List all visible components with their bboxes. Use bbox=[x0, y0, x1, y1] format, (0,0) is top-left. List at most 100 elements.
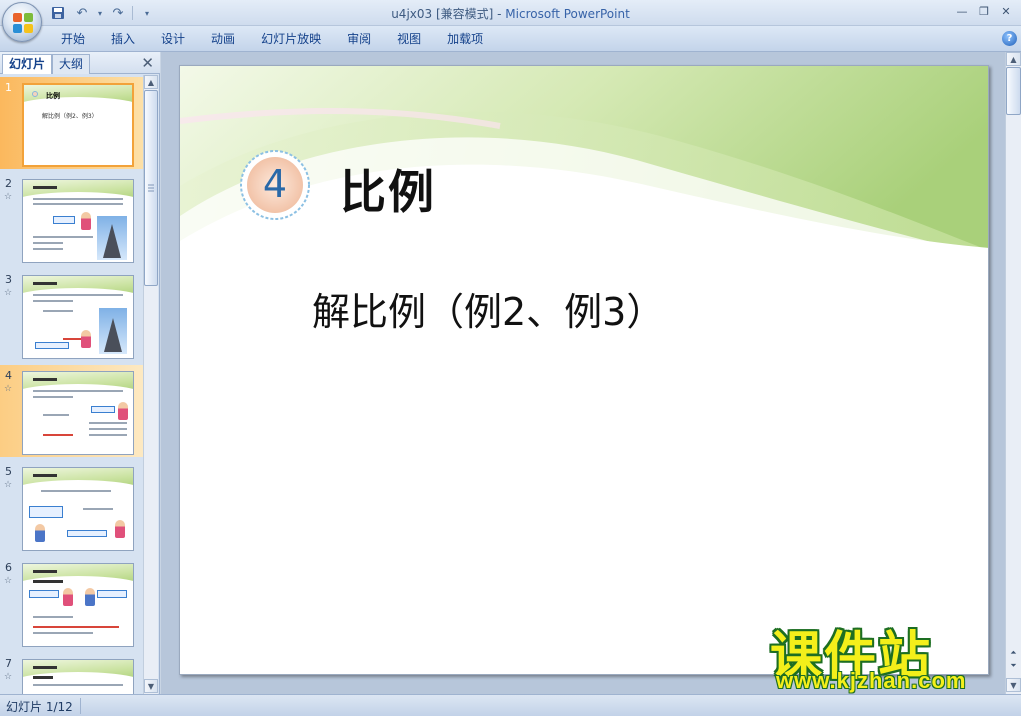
next-slide-icon[interactable]: ⏷ bbox=[1006, 659, 1021, 672]
thumbnail-heading bbox=[33, 186, 57, 189]
thumbnail-text-red bbox=[33, 626, 119, 628]
thumbnail-row-2[interactable]: 2 ☆ bbox=[0, 173, 143, 265]
thumbnail-heading bbox=[33, 580, 63, 583]
thumbnail-number: 5 bbox=[5, 465, 12, 478]
thumbnail-number: 1 bbox=[5, 81, 12, 94]
thumbnail-callout bbox=[97, 590, 127, 598]
thumbnail-person bbox=[81, 330, 91, 348]
thumbnail-number: 6 bbox=[5, 561, 12, 574]
thumbnail-text-line bbox=[43, 310, 73, 312]
thumbnail-scrollbar[interactable]: ▲ ▼ bbox=[143, 75, 158, 694]
title-bar: ↶ ▾ ↷ ▾ u4jx03 [兼容模式] - Microsoft PowerP… bbox=[0, 0, 1021, 26]
slide-editing-area: 4 比例 解比例（例2、例3） bbox=[161, 52, 1005, 694]
watermark: 课件站 www.kjzhan.com bbox=[766, 614, 1006, 694]
thumbnail-text-line bbox=[33, 294, 123, 296]
tab-home[interactable]: 开始 bbox=[48, 26, 98, 52]
thumbnail-slide-4[interactable] bbox=[22, 371, 134, 455]
thumbnail-text-line bbox=[89, 434, 127, 436]
slides-panel: 大纲 幻灯片 ✕ 1 比例 解比例（例2、例3） 2 ☆ 3 ☆ 4 ☆ 5 ☆… bbox=[0, 52, 160, 694]
thumbnail-slide-5[interactable] bbox=[22, 467, 134, 551]
thumbnail-text-line bbox=[43, 414, 69, 416]
thumbnail-callout bbox=[35, 342, 69, 349]
thumbnail-text-line bbox=[33, 616, 73, 618]
thumbnail-text-line bbox=[89, 422, 127, 424]
minimize-icon[interactable]: — bbox=[951, 2, 973, 20]
help-icon[interactable]: ? bbox=[1002, 31, 1017, 46]
thumbnail-badge bbox=[32, 91, 38, 97]
thumbnail-person bbox=[35, 524, 45, 542]
animation-star-icon: ☆ bbox=[4, 192, 13, 202]
status-separator bbox=[80, 698, 81, 714]
scroll-up-icon[interactable]: ▲ bbox=[144, 75, 158, 89]
tab-view[interactable]: 视图 bbox=[384, 26, 434, 52]
slide-title[interactable]: 比例 bbox=[340, 156, 436, 222]
status-bar: 幻灯片 1/12 bbox=[0, 694, 1021, 716]
slide-counter: 幻灯片 1/12 bbox=[6, 700, 73, 714]
thumbnail-heading bbox=[33, 676, 53, 679]
current-slide[interactable]: 4 比例 解比例（例2、例3） bbox=[179, 65, 989, 675]
office-logo-icon bbox=[13, 13, 33, 33]
thumbnail-person bbox=[85, 588, 95, 606]
thumbnail-slide-6[interactable] bbox=[22, 563, 134, 647]
thumbnail-row-7[interactable]: 7 ☆ bbox=[0, 653, 143, 694]
window-controls: — ❐ ✕ bbox=[951, 2, 1017, 20]
tab-insert[interactable]: 插入 bbox=[98, 26, 148, 52]
previous-slide-icon[interactable]: ⏶ bbox=[1006, 646, 1021, 659]
thumbnail-row-5[interactable]: 5 ☆ bbox=[0, 461, 143, 553]
close-icon[interactable]: ✕ bbox=[995, 2, 1017, 20]
slide-scrollbar[interactable]: ▲ ⏶ ⏷ ▼ bbox=[1005, 52, 1021, 694]
slide-subtitle[interactable]: 解比例（例2、例3） bbox=[312, 281, 664, 336]
thumbnail-text-line bbox=[89, 428, 127, 430]
restore-icon[interactable]: ❐ bbox=[973, 2, 995, 20]
tab-slideshow[interactable]: 幻灯片放映 bbox=[248, 26, 334, 52]
thumbnail-title: 比例 bbox=[46, 92, 60, 100]
thumbnail-person bbox=[115, 520, 125, 538]
thumbnail-number: 7 bbox=[5, 657, 12, 670]
section-badge: 4 bbox=[238, 148, 312, 222]
scroll-down-icon[interactable]: ▼ bbox=[1006, 678, 1021, 692]
thumbnail-row-3[interactable]: 3 ☆ bbox=[0, 269, 143, 361]
animation-star-icon: ☆ bbox=[4, 288, 13, 298]
thumbnail-tower bbox=[104, 318, 122, 352]
window-title: u4jx03 [兼容模式] - Microsoft PowerPoint bbox=[0, 5, 1021, 22]
scroll-down-icon[interactable]: ▼ bbox=[144, 679, 158, 693]
thumbnail-callout bbox=[29, 590, 59, 598]
panel-tabs: 大纲 幻灯片 ✕ bbox=[0, 52, 160, 74]
thumbnail-row-1[interactable]: 1 比例 解比例（例2、例3） bbox=[0, 77, 143, 169]
office-button[interactable] bbox=[2, 2, 42, 42]
tab-design[interactable]: 设计 bbox=[148, 26, 198, 52]
tab-addins[interactable]: 加载项 bbox=[434, 26, 496, 52]
thumbnail-number: 4 bbox=[5, 369, 12, 382]
thumbnail-slide-2[interactable] bbox=[22, 179, 134, 263]
section-number: 4 bbox=[262, 162, 288, 206]
thumbnail-row-6[interactable]: 6 ☆ bbox=[0, 557, 143, 649]
thumbnail-text-line bbox=[33, 396, 73, 398]
scrollbar-thumb[interactable] bbox=[1006, 67, 1021, 115]
thumbnail-text-line bbox=[33, 236, 93, 238]
thumbnail-text-red bbox=[43, 434, 73, 436]
thumbnail-text-line bbox=[33, 242, 63, 244]
thumbnail-text-line bbox=[33, 300, 73, 302]
thumbnail-callout bbox=[91, 406, 115, 413]
scroll-up-icon[interactable]: ▲ bbox=[1006, 52, 1021, 66]
thumbnail-slide-3[interactable] bbox=[22, 275, 134, 359]
animation-star-icon: ☆ bbox=[4, 384, 13, 394]
app-name: Microsoft PowerPoint bbox=[505, 7, 630, 21]
thumbnail-heading bbox=[33, 474, 57, 477]
thumbnail-slide-1[interactable]: 比例 解比例（例2、例3） bbox=[22, 83, 134, 167]
scrollbar-thumb[interactable] bbox=[144, 90, 158, 286]
thumbnail-slide-7[interactable] bbox=[22, 659, 134, 694]
thumbnail-text-line bbox=[41, 490, 111, 492]
tab-outline[interactable]: 大纲 bbox=[52, 54, 91, 74]
thumbnail-person bbox=[63, 588, 73, 606]
thumbnail-text-line bbox=[33, 632, 93, 634]
tab-animations[interactable]: 动画 bbox=[198, 26, 248, 52]
ribbon-tabs: 开始 插入 设计 动画 幻灯片放映 审阅 视图 加载项 bbox=[48, 26, 496, 52]
thumbnail-background bbox=[24, 85, 132, 119]
tab-review[interactable]: 审阅 bbox=[334, 26, 384, 52]
panel-close-icon[interactable]: ✕ bbox=[141, 54, 154, 72]
thumbnail-text-line bbox=[33, 390, 123, 392]
tab-slides[interactable]: 幻灯片 bbox=[2, 54, 53, 74]
thumbnail-row-4[interactable]: 4 ☆ bbox=[0, 365, 143, 457]
thumbnail-text-line bbox=[33, 198, 123, 200]
